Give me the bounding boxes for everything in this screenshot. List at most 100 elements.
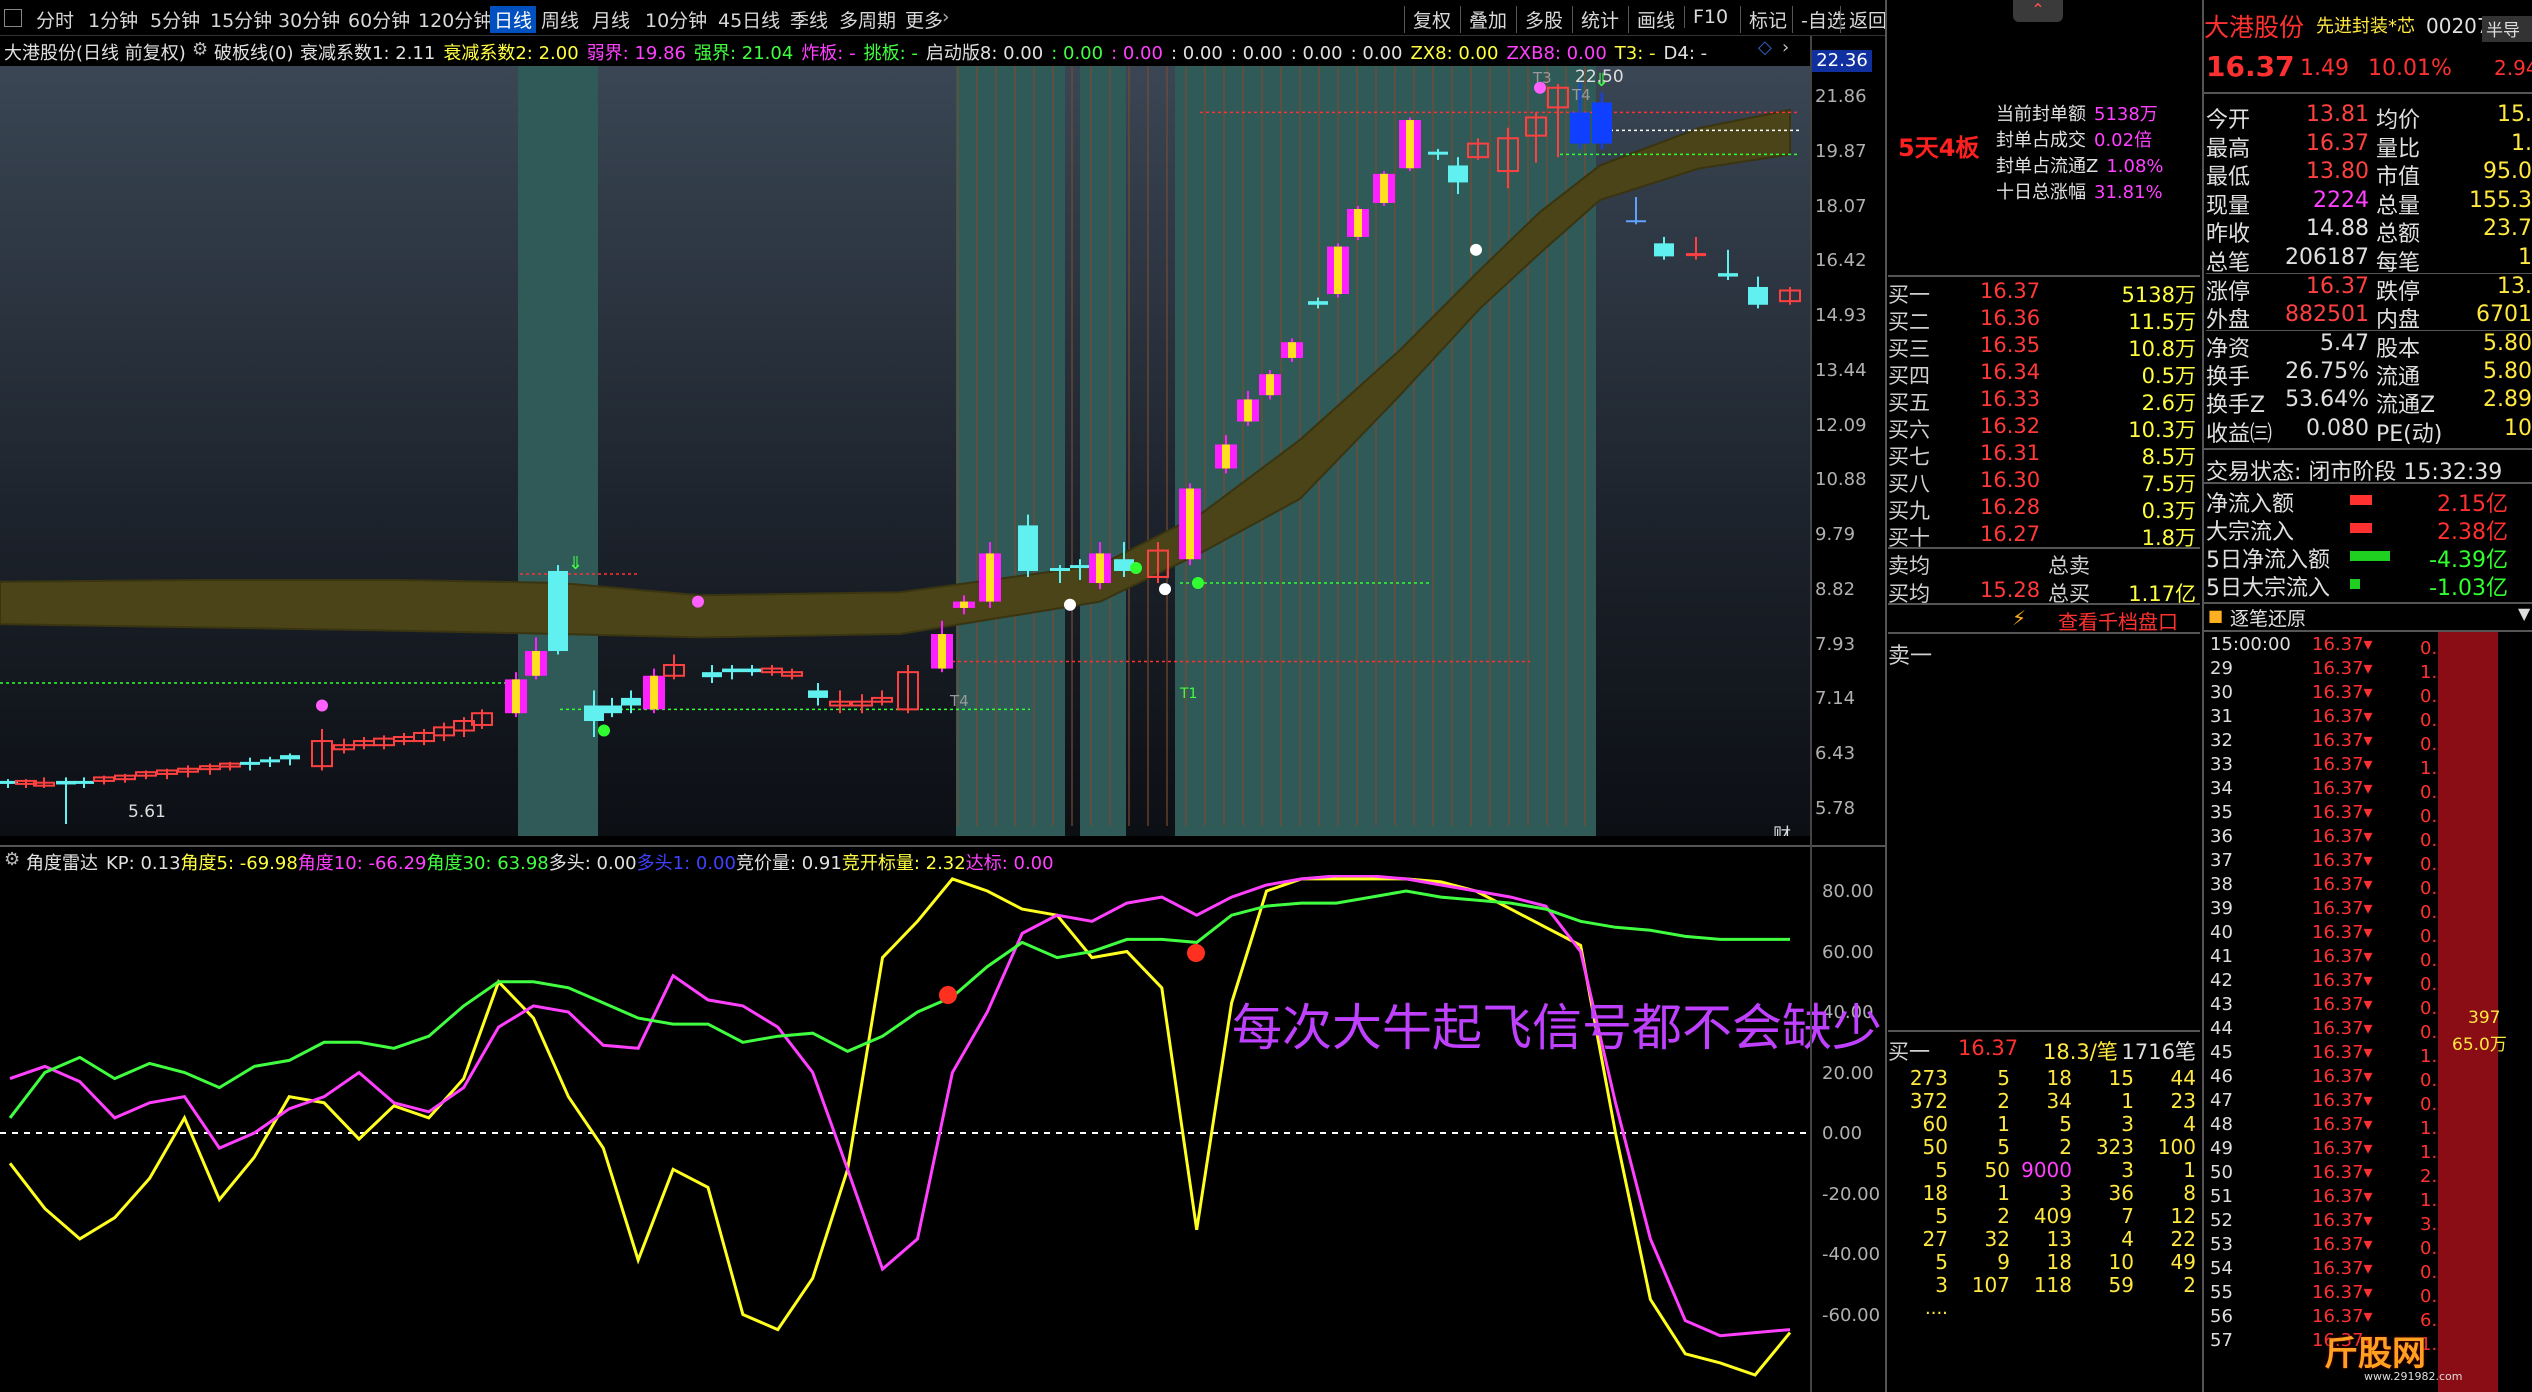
period-2[interactable]: 5分钟: [150, 6, 200, 33]
t1-marker: T1: [1179, 686, 1197, 702]
orderbook-level: 买七: [1888, 445, 1930, 469]
queue-cell: 372: [1909, 1089, 1948, 1113]
period-11[interactable]: 45日线: [718, 6, 780, 33]
orderbook-row[interactable]: 买三 16.35 10.8万: [1888, 333, 2198, 361]
t4-marker-low: T4: [949, 692, 969, 710]
toolbar-2[interactable]: 多股: [1516, 6, 1563, 33]
orderbook-row[interactable]: 买二 16.36 11.5万: [1888, 306, 2198, 334]
orderbook-volume: 0.3万: [2141, 499, 2196, 523]
orderbook-volume: 5138万: [2121, 283, 2196, 307]
thousand-orderbook-link[interactable]: 查看千档盘口: [2058, 606, 2178, 635]
chevron-right-icon[interactable]: ›: [942, 6, 950, 28]
tick-row: 5416.37▾0.2万: [2210, 1258, 2467, 1283]
quote-key: 昨收: [2206, 222, 2251, 247]
tick-time: 33: [2210, 754, 2233, 775]
orderbook-price: 16.36: [1980, 306, 2041, 330]
panel-toggle-icon[interactable]: [4, 9, 22, 27]
quote-key: 换手Z: [2206, 393, 2266, 418]
sector-tag[interactable]: 半导: [2482, 16, 2532, 42]
tick-row: 3916.37▾0.2万: [2210, 898, 2467, 923]
orderbook-level: 买九: [1888, 499, 1930, 523]
quote-key: 流通Z: [2376, 393, 2436, 418]
orderbook-row[interactable]: 买六 16.32 10.3万: [1888, 414, 2198, 442]
indicator-value-2: 弱界: 19.86: [586, 43, 686, 64]
period-14[interactable]: 更多: [905, 6, 943, 33]
quote-key: 总笔: [2206, 250, 2251, 276]
tick-header[interactable]: 逐笔还原: [2230, 604, 2306, 631]
period-8[interactable]: 周线: [541, 6, 579, 33]
period-7[interactable]: 日线: [490, 6, 537, 33]
orderbook-row[interactable]: 买五 16.33 2.6万: [1888, 387, 2198, 415]
quote-value: 5.80: [2483, 331, 2532, 356]
more-dots[interactable]: ....: [1925, 1298, 1948, 1319]
orderbook-row[interactable]: 买八 16.30 7.5万: [1888, 468, 2198, 496]
period-5[interactable]: 60分钟: [348, 6, 410, 33]
diamond-icon[interactable]: ◇: [1758, 37, 1772, 58]
orderbook-row[interactable]: 买四 16.34 0.5万: [1888, 360, 2198, 388]
period-13[interactable]: 多周期: [839, 6, 896, 33]
seal-key: 十日总涨幅: [1996, 182, 2086, 203]
tick-time: 30: [2210, 682, 2233, 703]
period-10[interactable]: 10分钟: [645, 6, 707, 33]
period-1[interactable]: 1分钟: [88, 6, 138, 33]
orderbook-row[interactable]: 买一 16.37 5138万: [1888, 279, 2198, 307]
sub-axis-label: -40.00: [1822, 1244, 1881, 1265]
signal-marker: [939, 986, 957, 1004]
concept-tag[interactable]: 先进封装*芯: [2316, 12, 2415, 38]
tick-row: 3016.37▾0.3万: [2210, 682, 2467, 707]
period-12[interactable]: 季线: [790, 6, 828, 33]
quote-row: 总笔 206187 每笔 1: [2206, 245, 2532, 276]
toolbar-4[interactable]: 画线: [1628, 6, 1675, 33]
toolbar-8[interactable]: 返回: [1840, 6, 1887, 33]
period-9[interactable]: 月线: [592, 6, 630, 33]
toolbar-3[interactable]: 统计: [1572, 6, 1619, 33]
period-6[interactable]: 120分钟: [418, 6, 492, 33]
buy1-summary: 买一 16.37 18.3/笔 1716笔: [1888, 1036, 2198, 1064]
orderbook-row[interactable]: 买九 16.28 0.3万: [1888, 495, 2198, 523]
candlestick-chart[interactable]: ⇓⇓ 22.50 5.61 T3 T4 T4 T1 财: [0, 66, 1810, 836]
toolbar-1[interactable]: 叠加: [1460, 6, 1507, 33]
cai-icon[interactable]: 财: [1773, 825, 1791, 836]
toolbar-0[interactable]: 复权: [1404, 6, 1451, 33]
dropdown-icon[interactable]: ▼: [2518, 604, 2530, 623]
orderbook-volume: 11.5万: [2128, 310, 2196, 334]
orderbook-row[interactable]: 买七 16.31 8.5万: [1888, 441, 2198, 469]
tick-price: 16.37▾: [2312, 682, 2373, 703]
seal-key: 当前封单额: [1996, 104, 2086, 125]
seal-row: 十日总涨幅 31.81%: [1996, 178, 2163, 204]
stock-change-pct: 10.01%: [2368, 56, 2452, 81]
chevron-right-icon[interactable]: ›: [1782, 37, 1789, 58]
queue-cell: 12: [2170, 1204, 2196, 1228]
tick-time: 32: [2210, 730, 2233, 751]
board-days: 5天4板: [1898, 134, 1980, 162]
quote-value: 6701: [2476, 301, 2532, 327]
orderbook-level: 买八: [1888, 472, 1930, 496]
indicator-name[interactable]: 破板线(0): [214, 39, 294, 65]
collapse-icon[interactable]: ⌃: [2013, 0, 2063, 22]
flow-value: -1.03亿: [2429, 576, 2508, 601]
orderbook-volume: 2.6万: [2141, 391, 2196, 415]
price-axis-label: 5.78: [1815, 798, 1856, 819]
gear-icon[interactable]: ⚙: [4, 849, 20, 870]
period-4[interactable]: 30分钟: [278, 6, 340, 33]
down-arrow-icon: ⇓: [568, 553, 583, 574]
period-0[interactable]: 分时: [36, 6, 74, 33]
tick-time: 29: [2210, 658, 2233, 679]
period-3[interactable]: 15分钟: [210, 6, 272, 33]
toolbar-5[interactable]: F10: [1684, 6, 1728, 28]
quote-value: 15.: [2497, 102, 2532, 127]
tick-row: 15:00:0016.37▾0.3万: [2210, 634, 2467, 659]
toolbar-6[interactable]: 标记: [1740, 6, 1787, 33]
angle-radar-chart[interactable]: [0, 875, 1810, 1392]
queue-cell: 4: [2183, 1112, 2196, 1136]
sub-indicator-name[interactable]: 角度雷达: [26, 849, 98, 875]
gear-icon[interactable]: ⚙: [192, 39, 208, 60]
orderbook-row[interactable]: 买十 16.27 1.8万: [1888, 522, 2198, 550]
quote-key: 总量: [2376, 193, 2421, 219]
indicator-value-13: ZX8: 0.00: [1410, 43, 1499, 64]
quote-value: 53.64%: [2285, 387, 2369, 412]
seal-panel: ⌃ 5天4板 当前封单额 5138万 封单占成交 0.02倍 封单占流通Z 1.08% 十日…: [1888, 0, 2203, 275]
annotation-text: 每次大牛起飞信号都不会缺少: [1232, 999, 1882, 1057]
queue-cell: 8: [2183, 1181, 2196, 1205]
toolbar-7[interactable]: -自选: [1792, 6, 1846, 33]
